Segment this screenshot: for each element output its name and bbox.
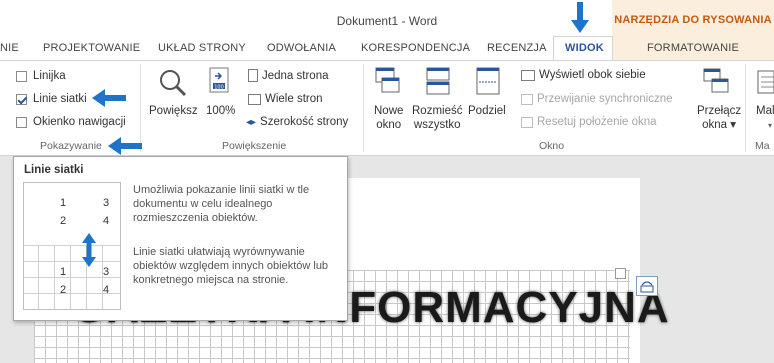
- tooltip-description-detail: Linie siatki ułatwiają wyrównywanie obie…: [133, 246, 329, 286]
- tab-format[interactable]: FORMATOWANIE: [647, 42, 739, 54]
- checkbox-box[interactable]: [16, 116, 27, 128]
- arrow-down-icon: [571, 2, 589, 33]
- group-label-window: Okno: [539, 140, 565, 152]
- new-window-label-line2: okno: [376, 119, 402, 131]
- switch-windows-button[interactable]: Przełącz okna ▾: [697, 104, 741, 132]
- magnifier-icon[interactable]: [158, 68, 188, 98]
- group-label-macros: Ma: [755, 140, 770, 152]
- group-separator: [745, 64, 746, 152]
- arrow-left-icon: [108, 137, 142, 155]
- zoom-100-icon[interactable]: 100: [208, 66, 232, 98]
- sync-scroll-button[interactable]: Przewijanie synchroniczne: [521, 93, 673, 105]
- vertical-move-arrow-icon: [82, 233, 96, 267]
- reset-position-label: Resetuj położenie okna: [537, 116, 657, 128]
- page-width-icon: ◂▸: [246, 116, 257, 128]
- arrow-left-icon: [92, 89, 126, 107]
- side-by-side-label: Wyświetl obok siebie: [539, 69, 646, 81]
- arrange-all-icon[interactable]: [425, 67, 451, 95]
- shape-resize-handle[interactable]: [615, 268, 626, 279]
- sync-scroll-icon: [521, 93, 533, 105]
- tab-mailings[interactable]: KORESPONDENCJA: [361, 42, 470, 54]
- split-icon[interactable]: [475, 67, 501, 95]
- reset-window-position-button[interactable]: Resetuj położenie okna: [521, 116, 657, 128]
- tooltip-illustration: 1 3 2 4 1 3 2 4: [23, 182, 121, 310]
- tooltip-number: 3: [103, 197, 110, 209]
- tooltip-number: 2: [60, 284, 67, 296]
- tooltip-number: 2: [60, 215, 67, 227]
- new-window-icon[interactable]: [375, 67, 401, 95]
- tooltip-grid-line: [38, 245, 39, 309]
- side-by-side-button[interactable]: Wyświetl obok siebie: [521, 69, 646, 81]
- tooltip-description: Umożliwia pokazanie linii siatki w tle d…: [133, 184, 310, 224]
- tab-review[interactable]: RECENZJA: [487, 42, 547, 54]
- checkbox-box[interactable]: [16, 70, 27, 82]
- one-page-icon: [248, 69, 258, 82]
- tooltip-number: 1: [60, 266, 67, 278]
- arrange-all-label-line2: wszystko: [413, 119, 461, 131]
- layout-options-button[interactable]: [636, 276, 658, 296]
- tooltip-number: 4: [103, 215, 110, 227]
- multiple-pages-icon: [248, 93, 261, 105]
- sync-scroll-label: Przewijanie synchroniczne: [537, 93, 673, 105]
- tooltip-grid-line: [54, 245, 55, 309]
- tab-design[interactable]: PROJEKTOWANIE: [43, 42, 140, 54]
- macros-button[interactable]: Mal: [756, 104, 774, 118]
- group-label-zoom: Powiększenie: [222, 140, 287, 152]
- zoom-100-badge: 100: [214, 85, 224, 91]
- zoom-button[interactable]: Powiększ: [149, 104, 198, 118]
- tab-layout[interactable]: UKŁAD STRONY: [158, 42, 246, 54]
- tooltip-number: 3: [103, 266, 110, 278]
- new-window-label-line1: Nowe: [374, 105, 404, 117]
- multiple-pages-label: Wiele stron: [265, 93, 323, 105]
- zoom-100-button[interactable]: 100%: [206, 104, 235, 118]
- tab-home[interactable]: NIE: [0, 42, 19, 54]
- side-by-side-icon: [521, 69, 535, 81]
- tooltip-title: Linie siatki: [24, 164, 84, 176]
- one-page-label: Jedna strona: [262, 69, 329, 82]
- group-separator: [363, 64, 364, 152]
- ribbon-tabs: NIE PROJEKTOWANIE UKŁAD STRONY ODWOŁANIA…: [0, 36, 774, 60]
- tab-references[interactable]: ODWOŁANIA: [267, 42, 336, 54]
- gridlines-label: Linie siatki: [33, 93, 87, 105]
- context-group-label: NARZĘDZIA DO RYSOWANIA: [614, 14, 772, 26]
- ruler-checkbox[interactable]: Linijka: [16, 70, 66, 82]
- switch-windows-label-line1: Przełącz: [697, 105, 742, 117]
- checkbox-box-checked[interactable]: [16, 93, 27, 105]
- split-button[interactable]: Podziel: [468, 104, 506, 118]
- switch-windows-label-line2: okna ▾: [702, 119, 736, 131]
- gridlines-checkbox[interactable]: Linie siatki: [16, 93, 87, 105]
- tooltip-number: 4: [103, 284, 110, 296]
- page-width-button[interactable]: ◂▸ Szerokość strony: [246, 116, 348, 128]
- group-label-show: Pokazywanie: [40, 140, 102, 152]
- reset-position-icon: [521, 116, 533, 128]
- macros-dropdown-arrow[interactable]: ▾: [768, 119, 772, 133]
- navigation-pane-checkbox[interactable]: Okienko nawigacji: [16, 116, 126, 128]
- arrange-all-label-line1: Rozmieść: [412, 105, 463, 117]
- page-width-label: Szerokość strony: [260, 116, 349, 128]
- tooltip-number: 1: [60, 197, 67, 209]
- switch-windows-icon[interactable]: [702, 67, 730, 95]
- ruler-label: Linijka: [33, 70, 66, 82]
- macros-icon[interactable]: [756, 69, 774, 95]
- tab-view[interactable]: WIDOK: [565, 42, 604, 54]
- new-window-button[interactable]: Nowe okno: [374, 104, 403, 132]
- one-page-button[interactable]: Jedna strona: [248, 69, 329, 82]
- tooltip-grid-line: [70, 245, 71, 309]
- navigation-pane-label: Okienko nawigacji: [33, 116, 126, 128]
- arrange-all-button[interactable]: Rozmieść wszystko: [412, 104, 462, 132]
- multiple-pages-button[interactable]: Wiele stron: [248, 93, 323, 105]
- layout-options-icon: [640, 281, 654, 293]
